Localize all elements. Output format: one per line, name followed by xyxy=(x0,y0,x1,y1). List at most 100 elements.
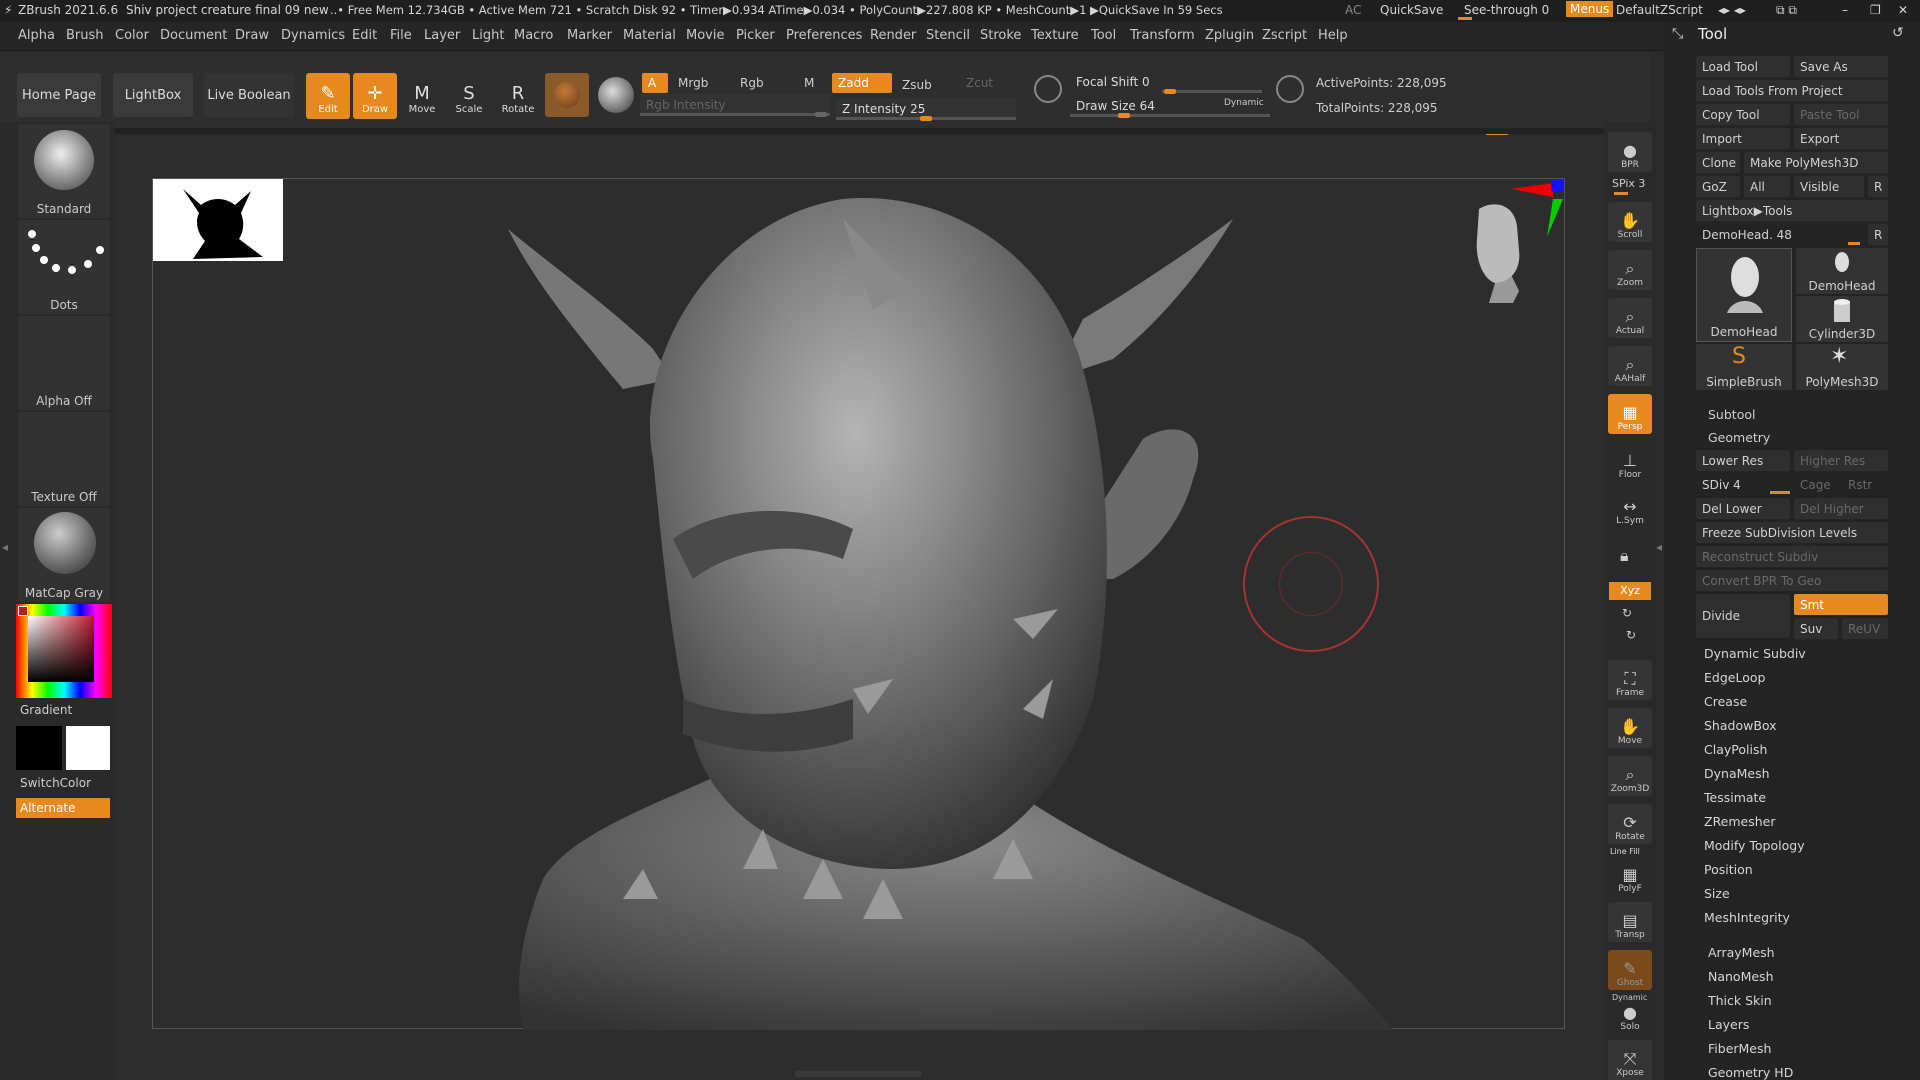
menu-preferences[interactable]: Preferences xyxy=(786,28,862,43)
goz-visible-button[interactable]: Visible xyxy=(1794,176,1864,197)
menu-marker[interactable]: Marker xyxy=(567,28,612,43)
smt-toggle[interactable]: Smt xyxy=(1794,594,1888,615)
stroke-thumb-dots[interactable]: Dots xyxy=(18,220,110,314)
focal-shift-slider[interactable]: Focal Shift 0 xyxy=(1070,71,1270,94)
menu-draw[interactable]: Draw xyxy=(235,28,269,43)
floor-button[interactable]: ⊥ Floor xyxy=(1608,442,1652,482)
demohead-slider[interactable]: DemoHead. 48 xyxy=(1696,224,1866,245)
bpr-button[interactable]: ● BPR xyxy=(1608,132,1652,172)
tool-thumb-cylinder3d[interactable]: Cylinder3D xyxy=(1796,296,1888,342)
edit-mode-button[interactable]: ✎ Edit xyxy=(306,73,350,119)
zcut-toggle[interactable]: Zcut xyxy=(960,73,1010,93)
color-square[interactable] xyxy=(28,616,94,682)
layers-item[interactable]: Layers xyxy=(1708,1017,1749,1032)
alpha-thumb[interactable]: Alpha Off xyxy=(18,316,110,410)
menu-document[interactable]: Document xyxy=(160,28,227,43)
menu-layer[interactable]: Layer xyxy=(424,28,460,43)
solo-button[interactable]: ● Solo xyxy=(1608,994,1652,1034)
zremesher-item[interactable]: ZRemesher xyxy=(1704,814,1776,829)
live-boolean-button[interactable]: Live Boolean xyxy=(204,73,294,117)
default-zscript-button[interactable]: DefaultZScript xyxy=(1616,3,1703,17)
focal-shift-knob[interactable] xyxy=(1164,89,1176,94)
ghost-button[interactable]: ✎ Ghost xyxy=(1608,950,1652,990)
draw-size-knob[interactable] xyxy=(1118,113,1130,118)
zadd-toggle[interactable]: Zadd xyxy=(832,73,892,93)
subtool-header[interactable]: Subtool xyxy=(1708,407,1755,422)
scale-mode-button[interactable]: S Scale xyxy=(447,73,491,119)
modify-topology-item[interactable]: Modify Topology xyxy=(1704,838,1805,853)
viewport-bottom-handle[interactable] xyxy=(795,1071,921,1077)
copy-tool-button[interactable]: Copy Tool xyxy=(1696,104,1790,125)
persp-button[interactable]: ▦ Persp xyxy=(1608,394,1652,434)
color-picker[interactable] xyxy=(16,604,112,698)
mrgb-toggle[interactable]: Mrgb xyxy=(672,73,722,93)
tool-panel-title[interactable]: Tool xyxy=(1698,25,1727,43)
menu-zscript[interactable]: Zscript xyxy=(1262,28,1307,43)
menu-render[interactable]: Render xyxy=(870,28,916,43)
a-toggle[interactable]: A xyxy=(642,73,668,93)
menu-edit[interactable]: Edit xyxy=(352,28,377,43)
scroll-button[interactable]: ✋ Scroll xyxy=(1608,202,1652,242)
menus-toggle[interactable]: Menus xyxy=(1566,1,1614,17)
texture-thumb[interactable]: Texture Off xyxy=(18,412,110,506)
dynamic-subdiv-item[interactable]: Dynamic Subdiv xyxy=(1704,646,1806,661)
import-button[interactable]: Import xyxy=(1696,128,1790,149)
cage-button[interactable]: Cage xyxy=(1794,474,1838,495)
zsub-toggle[interactable]: Zsub xyxy=(896,75,948,95)
geometry-hd-item[interactable]: Geometry HD xyxy=(1708,1065,1793,1080)
z-intensity-knob[interactable] xyxy=(920,116,932,121)
thick-skin-item[interactable]: Thick Skin xyxy=(1708,993,1772,1008)
dynamesh-item[interactable]: DynaMesh xyxy=(1704,766,1770,781)
freeze-subdivision-button[interactable]: Freeze SubDivision Levels xyxy=(1696,522,1888,543)
lower-res-button[interactable]: Lower Res xyxy=(1696,450,1790,471)
goz-r-button[interactable]: R xyxy=(1868,176,1888,197)
edgeloop-item[interactable]: EdgeLoop xyxy=(1704,670,1765,685)
zoom-button[interactable]: ⌕ Zoom xyxy=(1608,250,1652,290)
transp-button[interactable]: ▤ Transp xyxy=(1608,902,1652,942)
z-intensity-slider[interactable]: Z Intensity 25 xyxy=(836,98,1016,121)
menu-material[interactable]: Material xyxy=(623,28,676,43)
draw-mode-button[interactable]: ✛ Draw xyxy=(353,73,397,119)
tessimate-item[interactable]: Tessimate xyxy=(1704,790,1766,805)
paste-tool-button[interactable]: Paste Tool xyxy=(1794,104,1888,125)
y-rotation-icon[interactable]: ↻ xyxy=(1622,606,1632,620)
divide-button[interactable]: Divide xyxy=(1696,594,1790,638)
material-swatch-button[interactable] xyxy=(545,73,589,117)
menu-file[interactable]: File xyxy=(390,28,412,43)
geometry-header[interactable]: Geometry xyxy=(1708,430,1770,445)
lock-icon[interactable]: 🔒︎ xyxy=(1620,546,1629,566)
lightbox-button[interactable]: LightBox xyxy=(113,73,193,117)
axis-gizmo-icon[interactable] xyxy=(1511,179,1565,241)
focal-lock-icon[interactable] xyxy=(1034,75,1062,103)
rstr-button[interactable]: Rstr xyxy=(1842,474,1888,495)
move-mode-button[interactable]: M Move xyxy=(400,73,444,119)
zoom3d-button[interactable]: ⌕ Zoom3D xyxy=(1608,756,1652,796)
shadowbox-item[interactable]: ShadowBox xyxy=(1704,718,1777,733)
higher-res-button[interactable]: Higher Res xyxy=(1794,450,1888,471)
tool-thumb-simplebrush[interactable]: S SimpleBrush xyxy=(1696,344,1792,390)
lsym-button[interactable]: ↔ L.Sym xyxy=(1608,488,1652,528)
restore-icon[interactable]: ❐ xyxy=(1870,3,1881,17)
see-through-knob[interactable] xyxy=(1458,17,1472,20)
pin-icon[interactable]: ⤡ xyxy=(1672,26,1683,42)
menu-help[interactable]: Help xyxy=(1318,28,1348,43)
menu-movie[interactable]: Movie xyxy=(686,28,724,43)
menu-dynamics[interactable]: Dynamics xyxy=(281,28,345,43)
move-view-button[interactable]: ✋ Move xyxy=(1608,708,1652,748)
close-icon[interactable]: ✕ xyxy=(1898,3,1908,17)
rgb-intensity-slider[interactable]: Rgb Intensity xyxy=(640,94,830,117)
del-higher-button[interactable]: Del Higher xyxy=(1794,498,1888,519)
menu-texture[interactable]: Texture xyxy=(1031,28,1079,43)
main-color-swatch[interactable] xyxy=(16,726,62,770)
z-rotation-icon[interactable]: ↻ xyxy=(1626,628,1636,642)
window-icon[interactable]: ⧉ ⧉ xyxy=(1776,3,1797,18)
position-item[interactable]: Position xyxy=(1704,862,1753,877)
material-thumb[interactable]: MatCap Gray xyxy=(18,508,110,602)
menu-stencil[interactable]: Stencil xyxy=(926,28,970,43)
demohead-r-button[interactable]: R xyxy=(1868,224,1888,245)
claypolish-item[interactable]: ClayPolish xyxy=(1704,742,1767,757)
spix-knob[interactable] xyxy=(1614,192,1628,195)
del-lower-button[interactable]: Del Lower xyxy=(1696,498,1790,519)
dynamic-toggle[interactable]: Dynamic xyxy=(1224,98,1264,108)
menu-stroke[interactable]: Stroke xyxy=(980,28,1021,43)
